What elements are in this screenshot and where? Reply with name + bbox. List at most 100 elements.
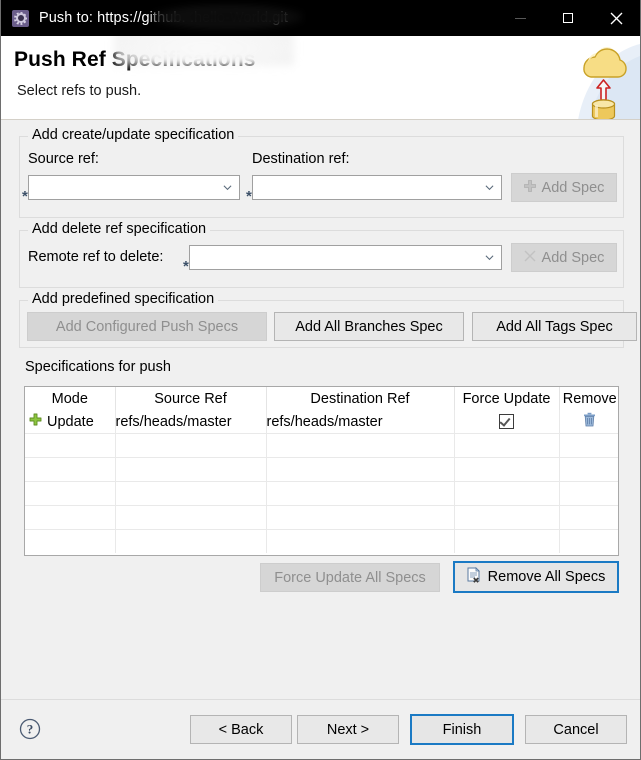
table-row[interactable] [25,505,618,530]
chevron-down-icon [223,184,232,190]
finish-button-label: Finish [442,721,482,738]
title-bar: Push to: https://github. .hello-World.gi… [1,0,640,36]
cell-source-ref [115,529,267,553]
source-ref-required-marker: * [22,188,28,205]
table-row[interactable] [25,457,618,482]
force-update-all-specs-button[interactable]: Force Update All Specs [260,563,440,592]
chevron-down-icon [485,254,494,260]
cell-destination-ref [266,481,455,506]
push-ref-specifications-dialog: Push to: https://github. .hello-World.gi… [0,0,641,760]
back-button-label: < Back [218,721,264,738]
add-create-update-spec-label: Add Spec [541,179,605,196]
cell-remove [559,433,618,458]
specifications-for-push-legend: Specifications for push [21,359,175,375]
cell-source-ref [115,481,267,506]
destination-ref-combo[interactable] [252,175,502,200]
column-header-destination-ref[interactable]: Destination Ref [266,387,455,410]
gear-icon [12,9,29,27]
table-body: Update refs/heads/master refs/heads/mast… [25,410,618,553]
cell-mode [25,457,116,482]
remote-ref-required-marker: * [183,258,189,275]
create-update-spec-group: Add create/update specification Source r… [19,127,624,218]
remote-ref-to-delete-combo[interactable] [189,245,502,270]
cell-mode [25,505,116,530]
cell-force-update [454,433,560,458]
green-plus-icon [29,413,42,430]
cell-source-ref: refs/heads/master [115,410,267,434]
add-configured-push-specs-label: Add Configured Push Specs [55,318,239,335]
destination-ref-label: Destination ref: [252,151,350,167]
cell-mode [25,529,116,553]
add-create-update-spec-button[interactable]: Add Spec [511,173,617,202]
column-header-mode[interactable]: Mode [25,387,116,410]
table-row[interactable] [25,481,618,506]
source-ref-combo[interactable] [28,175,240,200]
cell-mode-label: Update [47,413,94,430]
cell-remove [559,481,618,506]
cell-remove [559,529,618,553]
close-icon[interactable] [592,0,640,36]
dialog-body: Add create/update specification Source r… [1,120,640,699]
add-all-tags-spec-button[interactable]: Add All Tags Spec [472,312,637,341]
specifications-table-element: Mode Source Ref Destination Ref Force Up… [25,387,618,553]
add-configured-push-specs-button[interactable]: Add Configured Push Specs [27,312,267,341]
add-all-tags-spec-label: Add All Tags Spec [496,318,613,335]
table-row[interactable]: Update refs/heads/master refs/heads/mast… [25,410,618,434]
cell-destination-ref [266,529,455,553]
cell-destination-ref: refs/heads/master [266,410,455,434]
cell-remove [559,457,618,482]
window-controls [496,0,640,36]
table-header-row: Mode Source Ref Destination Ref Force Up… [25,387,618,410]
next-button[interactable]: Next > [297,715,399,744]
dialog-header: Push Ref Specifications Select refs to p… [1,36,640,120]
predefined-spec-group: Add predefined specification Add Configu… [19,291,637,348]
force-update-all-specs-label: Force Update All Specs [274,569,426,586]
cell-source-ref [115,505,267,530]
minimize-icon[interactable] [496,0,544,36]
cancel-button[interactable]: Cancel [525,715,627,744]
dialog-footer: ? < Back Next > Finish Cancel [1,699,640,759]
column-header-remove[interactable]: Remove [559,387,618,410]
trash-icon[interactable] [583,412,596,431]
x-mark-icon [524,250,536,266]
add-delete-spec-button[interactable]: Add Spec [511,243,617,272]
maximize-icon[interactable] [544,0,592,36]
destination-ref-required-marker: * [246,188,252,205]
cell-destination-ref [266,505,455,530]
cancel-button-label: Cancel [553,721,599,738]
remove-all-specs-label: Remove All Specs [487,569,606,585]
page-subtitle: Select refs to push. [17,83,142,99]
predefined-spec-legend: Add predefined specification [28,291,219,307]
finish-button[interactable]: Finish [410,714,514,745]
document-remove-icon [467,567,482,587]
add-delete-spec-label: Add Spec [541,249,605,266]
chevron-down-icon [485,184,494,190]
column-header-source-ref[interactable]: Source Ref [115,387,267,410]
table-row[interactable] [25,433,618,458]
back-button[interactable]: < Back [190,715,292,744]
add-all-branches-spec-button[interactable]: Add All Branches Spec [274,312,464,341]
cell-mode: Update [25,410,116,434]
remote-ref-label: Remote ref to delete: [28,249,164,265]
table-row[interactable] [25,529,618,553]
cell-force-update[interactable] [454,410,560,434]
next-button-label: Next > [326,721,370,738]
cell-destination-ref [266,457,455,482]
delete-ref-spec-legend: Add delete ref specification [28,221,211,237]
delete-ref-spec-group: Add delete ref specification Remote ref … [19,221,624,288]
cell-source-ref [115,457,267,482]
force-update-checkbox[interactable] [499,414,514,430]
cell-source-ref [115,433,267,458]
help-circle-icon[interactable]: ? [19,718,41,740]
plus-icon [523,179,536,196]
cell-remove[interactable] [559,410,618,434]
cell-force-update [454,505,560,530]
column-header-force-update[interactable]: Force Update [454,387,560,410]
cell-mode [25,433,116,458]
create-update-spec-legend: Add create/update specification [28,127,239,143]
specifications-table[interactable]: Mode Source Ref Destination Ref Force Up… [24,386,619,556]
cell-force-update [454,481,560,506]
cell-mode [25,481,116,506]
cell-force-update [454,529,560,553]
remove-all-specs-button[interactable]: Remove All Specs [453,561,619,593]
